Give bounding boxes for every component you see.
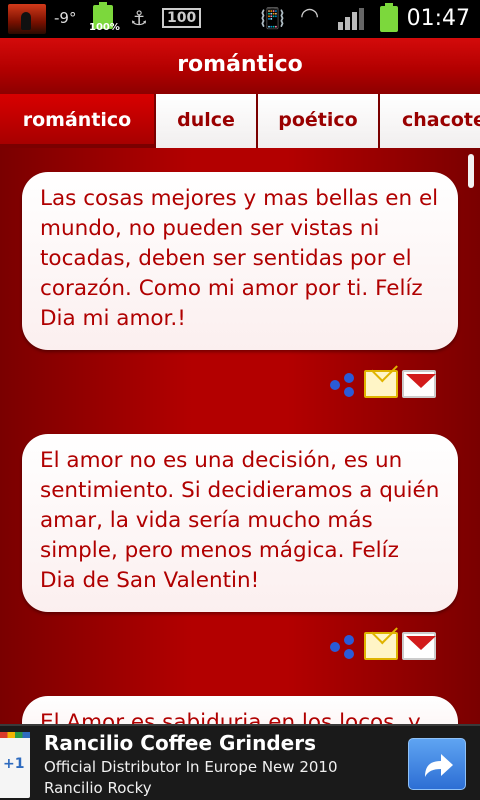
tab-romantico[interactable]: romántico xyxy=(0,94,154,148)
gmail-icon[interactable] xyxy=(402,370,436,398)
tab-chacote[interactable]: chacote xyxy=(378,94,480,148)
tab-label: poético xyxy=(278,109,358,131)
share-icon[interactable] xyxy=(328,632,358,660)
tab-label: dulce xyxy=(177,109,235,131)
message-actions xyxy=(328,628,438,664)
wifi-icon: ◠ xyxy=(300,4,320,29)
share-icon[interactable] xyxy=(328,370,358,398)
list-item: El amor no es una decisión, es un sentim… xyxy=(22,434,458,612)
plus-one-label: +1 xyxy=(3,756,25,772)
clock: 01:47 xyxy=(406,6,470,31)
scrollbar[interactable] xyxy=(468,154,474,188)
message-text: El amor no es una decisión, es un sentim… xyxy=(40,448,440,593)
message-bubble[interactable]: Las cosas mejores y mas bellas en el mun… xyxy=(22,172,458,350)
message-actions xyxy=(328,366,438,402)
plus-one-stripe xyxy=(0,732,30,738)
tab-label: romántico xyxy=(22,109,132,131)
gmail-icon[interactable] xyxy=(402,632,436,660)
ad-banner[interactable]: +1 Rancilio Coffee Grinders Official Dis… xyxy=(0,724,480,800)
tab-dulce[interactable]: dulce xyxy=(154,94,256,148)
ad-line-1: Official Distributor In Europe New 2010 xyxy=(44,758,338,776)
vibrate-icon: 📳 xyxy=(260,6,285,30)
ad-open-button[interactable] xyxy=(408,738,466,790)
email-icon[interactable] xyxy=(364,370,398,398)
page-title: romántico xyxy=(177,52,303,77)
tab-poetico[interactable]: poético xyxy=(256,94,378,148)
message-bubble[interactable]: El Amor es sabiduria en los locos, y xyxy=(22,696,458,724)
usb-icon: ⚓ xyxy=(130,6,148,30)
signal-strength-icon xyxy=(338,8,364,30)
storage-badge: 100 xyxy=(162,8,202,28)
status-bar: -9° 100% ⚓ 100 📳 ◠ 01:47 xyxy=(0,0,480,38)
temperature-readout: -9° xyxy=(54,9,77,27)
message-bubble[interactable]: El amor no es una decisión, es un sentim… xyxy=(22,434,458,612)
list-item: Las cosas mejores y mas bellas en el mun… xyxy=(22,172,458,350)
message-list[interactable]: Las cosas mejores y mas bellas en el mun… xyxy=(0,148,480,724)
ad-title: Rancilio Coffee Grinders xyxy=(44,731,316,755)
plus-one-button[interactable]: +1 xyxy=(0,732,30,798)
email-icon[interactable] xyxy=(364,632,398,660)
message-text: El Amor es sabiduria en los locos, y xyxy=(40,710,421,724)
ad-line-2: Rancilio Rocky xyxy=(44,779,152,797)
title-bar: romántico xyxy=(0,38,480,94)
tab-label: chacote xyxy=(402,109,480,131)
category-tabs: romántico dulce poético chacote xyxy=(0,94,480,148)
app-notification-icon xyxy=(8,4,46,34)
list-item: El Amor es sabiduria en los locos, y xyxy=(22,696,458,724)
battery-icon xyxy=(380,3,398,32)
battery-percent-label: 100% xyxy=(89,22,120,33)
arrow-right-icon xyxy=(425,754,453,777)
message-text: Las cosas mejores y mas bellas en el mun… xyxy=(40,186,439,331)
